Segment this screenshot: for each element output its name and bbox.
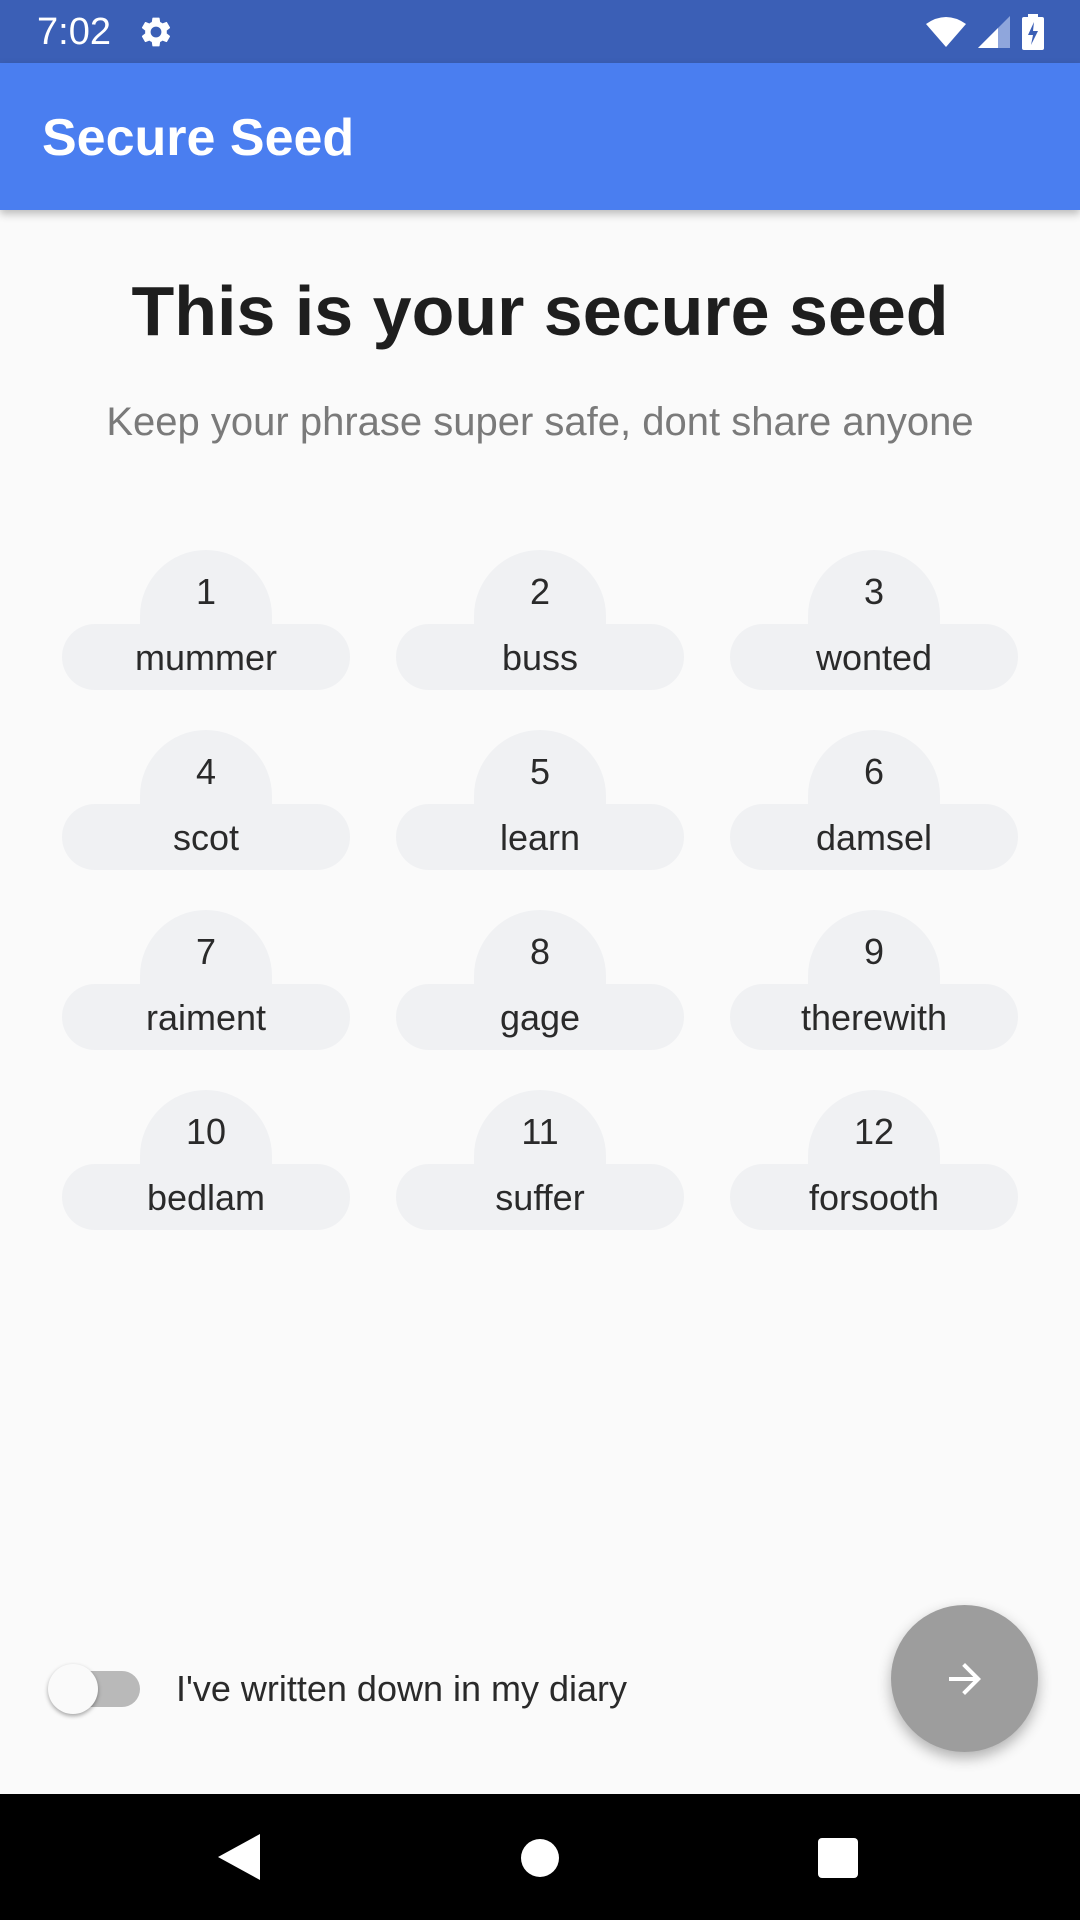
wifi-icon — [926, 17, 966, 47]
system-nav-bar — [0, 1794, 1080, 1920]
status-bar: 7:02 — [0, 0, 1080, 63]
seed-word-number: 1 — [195, 571, 217, 612]
page-title: This is your secure seed — [131, 272, 949, 350]
seed-word-chip: 7 raiment — [62, 910, 350, 1058]
seed-word-text: learn — [499, 817, 581, 858]
recents-icon[interactable] — [818, 1838, 858, 1878]
app-title: Secure Seed — [42, 109, 355, 167]
switch-thumb — [48, 1664, 98, 1714]
status-icons — [926, 14, 1044, 50]
seed-word-number: 5 — [529, 751, 551, 792]
arrow-right-icon — [948, 1662, 981, 1695]
home-icon[interactable] — [521, 1839, 559, 1877]
seed-word-text: bedlam — [146, 1177, 266, 1218]
seed-word-text: scot — [172, 817, 240, 858]
seed-word-text: suffer — [495, 1177, 585, 1218]
seed-word-text: buss — [501, 637, 579, 678]
status-time: 7:02 — [37, 11, 111, 53]
seed-word-chip: 6 damsel — [730, 730, 1018, 878]
seed-word-text: wonted — [815, 637, 933, 678]
seed-word-number: 7 — [195, 931, 217, 972]
seed-word-text: forsooth — [808, 1177, 940, 1218]
seed-word-number: 11 — [521, 1111, 559, 1152]
seed-word-chip: 2 buss — [396, 550, 684, 698]
app-bar: Secure Seed — [0, 63, 1080, 210]
seed-word-text: gage — [499, 997, 581, 1038]
seed-word-chip: 4 scot — [62, 730, 350, 878]
seed-word-number: 8 — [529, 931, 551, 972]
cell-signal-icon — [978, 16, 1010, 48]
next-button[interactable] — [891, 1605, 1038, 1752]
seed-word-number: 3 — [863, 571, 885, 612]
seed-word-number: 4 — [195, 751, 217, 792]
settings-gear-icon — [141, 17, 171, 47]
seed-word-text: raiment — [145, 997, 267, 1038]
seed-word-chip: 9 therewith — [730, 910, 1018, 1058]
seed-word-grid: 1 mummer 2 buss 3 wonted 4 scot 5 learn … — [62, 550, 1018, 1238]
seed-word-number: 6 — [863, 751, 885, 792]
diary-confirmation-label: I've written down in my diary — [176, 1668, 628, 1709]
seed-word-chip: 8 gage — [396, 910, 684, 1058]
seed-word-text: therewith — [800, 997, 948, 1038]
seed-word-number: 10 — [185, 1111, 227, 1152]
battery-charging-icon — [1022, 14, 1044, 50]
seed-word-number: 2 — [529, 571, 551, 612]
seed-word-chip: 3 wonted — [730, 550, 1018, 698]
back-icon[interactable] — [218, 1834, 260, 1880]
seed-word-chip: 10 bedlam — [62, 1090, 350, 1238]
seed-word-text: damsel — [815, 817, 933, 858]
seed-word-chip: 12 forsooth — [730, 1090, 1018, 1238]
seed-word-text: mummer — [135, 637, 277, 678]
seed-word-chip: 5 learn — [396, 730, 684, 878]
seed-word-number: 12 — [853, 1111, 895, 1152]
diary-confirmation-switch[interactable] — [48, 1664, 144, 1714]
seed-word-chip: 11 suffer — [396, 1090, 684, 1238]
page-subtitle: Keep your phrase super safe, dont share … — [106, 400, 974, 444]
seed-word-chip: 1 mummer — [62, 550, 350, 698]
seed-word-number: 9 — [863, 931, 885, 972]
